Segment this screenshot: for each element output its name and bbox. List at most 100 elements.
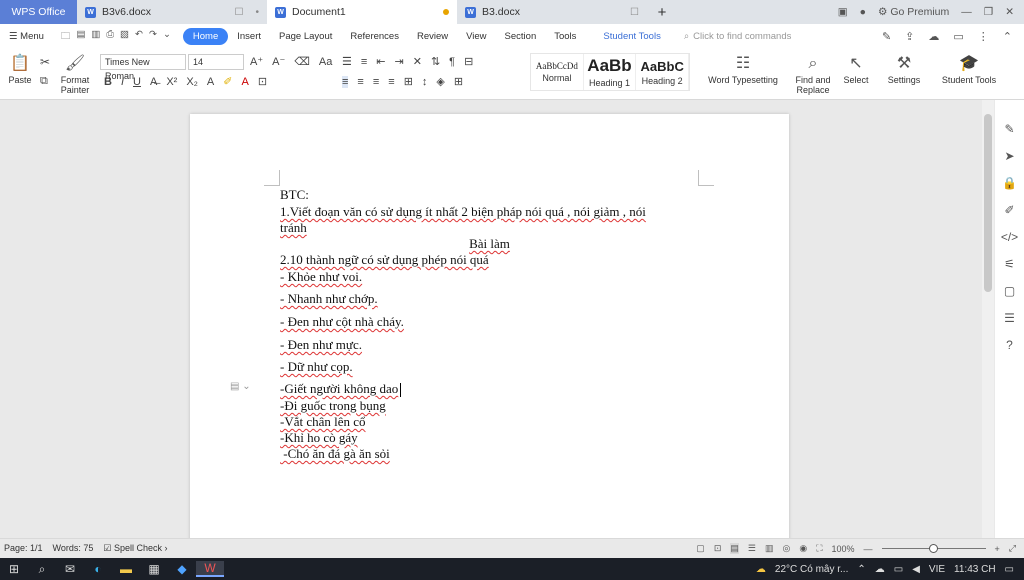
decrease-indent-icon[interactable]: ⇤ [376, 55, 385, 68]
search-icon[interactable]: ⌕ [28, 562, 56, 577]
select-button[interactable]: ↖ Select [840, 53, 872, 85]
font-size-select[interactable]: 14 [188, 54, 244, 70]
paste-button[interactable]: 📋 Paste [6, 53, 34, 85]
numbering-icon[interactable]: ≡ [361, 56, 367, 68]
word-typesetting-button[interactable]: ☷ Word Typesetting [702, 53, 784, 85]
help-icon[interactable]: ? [1006, 338, 1013, 352]
cloud-icon[interactable]: ☁ [875, 564, 885, 575]
grow-font-icon[interactable]: A⁺ [250, 55, 263, 68]
eye-protect-icon[interactable]: ◉ [799, 543, 807, 554]
volume-icon[interactable]: ◀ [912, 564, 920, 575]
wps-app-icon[interactable]: W [196, 561, 224, 577]
page-count[interactable]: Page: 1/1 [4, 543, 43, 554]
underline-icon[interactable]: U [133, 76, 141, 88]
settings-button[interactable]: ⚒ Settings [884, 53, 924, 85]
command-search[interactable]: ⌕ Click to find commands [670, 31, 792, 42]
zoom-level[interactable]: 100% [832, 544, 855, 554]
tab-tools[interactable]: Tools [545, 31, 585, 42]
style-heading-2[interactable]: AaBbC Heading 2 [636, 54, 690, 90]
bullets-icon[interactable]: ☰ [342, 55, 352, 68]
redo-icon[interactable]: ↷ [149, 29, 157, 45]
style-heading-1[interactable]: AaBb Heading 1 [584, 54, 637, 90]
avatar[interactable]: ● [860, 6, 866, 18]
chinese-layout-icon[interactable]: ✕ [413, 55, 422, 68]
mail-app-icon[interactable]: ✉ [56, 562, 84, 576]
lock-icon[interactable]: 🔒 [1002, 176, 1017, 190]
new-tab-button[interactable]: + [647, 0, 677, 24]
start-icon[interactable]: ⊞ [0, 562, 28, 576]
tab-b3v6[interactable]: W B3v6.docx ☐ • [77, 0, 267, 24]
web-layout-icon[interactable]: ◎ [782, 543, 790, 554]
find-replace-button[interactable]: ⌕ Find and Replace [792, 53, 834, 95]
paragraph-handle-icon[interactable]: ▤ ⌄ [230, 381, 251, 392]
more-icon[interactable]: ⋮ [978, 30, 989, 43]
tab-page-layout[interactable]: Page Layout [270, 31, 341, 42]
format-painter-button[interactable]: 🖌 Format Painter [58, 53, 92, 95]
highlight-icon[interactable]: ✐ [223, 75, 232, 88]
style-normal[interactable]: AaBbCcDd Normal [531, 54, 584, 90]
zoom-in-icon[interactable]: + [995, 544, 1000, 554]
student-tools-button[interactable]: 🎓 Student Tools [938, 53, 1000, 85]
fullscreen-icon[interactable]: ⤢ [1009, 543, 1016, 554]
language-indicator[interactable]: VIE [929, 564, 945, 575]
font-color-icon[interactable]: A [241, 76, 248, 88]
clear-format-icon[interactable]: ⌫ [294, 55, 310, 68]
edge-browser-icon[interactable]: ◐ [84, 562, 112, 576]
list-panel-icon[interactable]: ☰ [1004, 311, 1015, 325]
show-marks-icon[interactable]: ¶ [449, 56, 455, 68]
tab-section[interactable]: Section [496, 31, 546, 42]
customize-chevron-icon[interactable]: ⌄ [163, 29, 171, 45]
zoom-slider[interactable] [881, 544, 986, 553]
tab-review[interactable]: Review [408, 31, 457, 42]
zoom-slider-knob[interactable] [929, 544, 939, 553]
tab-insert[interactable]: Insert [228, 31, 270, 42]
sync-icon[interactable]: ☐ [630, 7, 639, 18]
comment-icon[interactable]: ▭ [953, 30, 963, 43]
window-layout-icon[interactable]: ▣ [838, 6, 848, 18]
clock[interactable]: 11:43 CH [954, 564, 996, 575]
print-layout-icon[interactable]: ▤ [730, 543, 739, 554]
align-right-icon[interactable]: ≡ [373, 76, 379, 88]
store-icon[interactable]: ▦ [140, 562, 168, 576]
network-icon[interactable]: ▭ [894, 564, 903, 575]
code-icon[interactable]: </> [1001, 230, 1018, 244]
distribute-icon[interactable]: ⊞ [404, 75, 413, 88]
vertical-scrollbar[interactable] [982, 100, 994, 538]
sync-cloud-icon[interactable]: ☁ [928, 30, 939, 43]
tab-home[interactable]: Home [182, 28, 229, 45]
reading-icon[interactable]: ▥ [765, 543, 774, 554]
shading-icon[interactable]: ◈ [436, 75, 444, 88]
word-count[interactable]: Words: 75 [53, 543, 94, 554]
menu-button[interactable]: ☰ Menu [0, 31, 53, 42]
collapse-ribbon-icon[interactable]: ⌃ [1003, 30, 1012, 43]
tab-student-tools[interactable]: Student Tools [585, 31, 669, 42]
weather-icon[interactable]: ☁ [756, 564, 766, 575]
sync-icon[interactable]: ☐ [235, 7, 244, 18]
tab-view[interactable]: View [457, 31, 495, 42]
tab-references[interactable]: References [341, 31, 408, 42]
zoom-out-icon[interactable]: — [864, 544, 873, 554]
close-dot-icon[interactable]: • [255, 7, 259, 18]
scrollbar-thumb[interactable] [984, 114, 992, 292]
go-premium-button[interactable]: ⚙ Go Premium [878, 6, 949, 18]
sort-icon[interactable]: ⇅ [431, 55, 440, 68]
text-effect-icon[interactable]: A [207, 76, 214, 88]
cut-icon[interactable]: ✂ [40, 55, 50, 69]
tab-stop-icon[interactable]: ⊟ [464, 55, 473, 68]
bold-icon[interactable]: B [104, 76, 112, 88]
share-icon[interactable]: ⇪ [905, 30, 914, 43]
spell-check-button[interactable]: ☑ Spell Check › [103, 543, 167, 554]
pointer-icon[interactable]: ➤ [1004, 149, 1014, 163]
save-icon[interactable]: ▤ [76, 29, 85, 45]
close-icon[interactable]: ✕ [1005, 6, 1014, 18]
subscript-icon[interactable]: X₂ [186, 76, 198, 88]
change-case-icon[interactable]: Aa [319, 56, 332, 68]
strikethrough-icon[interactable]: A̶ [150, 76, 157, 88]
edit-icon[interactable]: ✎ [882, 30, 891, 43]
justify-icon[interactable]: ≡ [388, 76, 394, 88]
tab-document1[interactable]: W Document1 [267, 0, 457, 24]
align-center-icon[interactable]: ≡ [357, 76, 363, 88]
chevron-up-icon[interactable]: ⌃ [857, 564, 865, 575]
char-border-icon[interactable]: ⊡ [258, 75, 267, 88]
line-spacing-icon[interactable]: ↕ [422, 76, 428, 88]
